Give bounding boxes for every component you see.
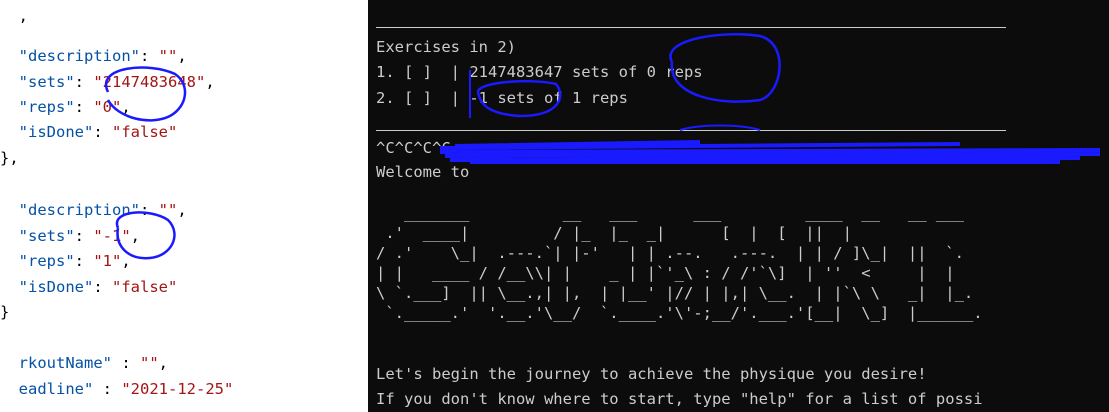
json-line: "description": "", — [18, 201, 187, 219]
json-line: "sets": "-1", — [18, 227, 141, 245]
terminal-divider — [376, 27, 1006, 28]
json-key: "sets" — [18, 73, 75, 91]
exercises-header: Exercises in 2) — [376, 38, 516, 56]
json-line: "description": "", — [18, 47, 187, 65]
json-value: "false" — [112, 278, 178, 296]
json-value: "" — [158, 201, 178, 219]
exercise-row-2: 2. [ ] | -1 sets of 1 reps — [376, 89, 628, 107]
json-value: "0" — [93, 98, 122, 116]
json-key: "isDone" — [18, 123, 94, 141]
json-line: "reps": "1", — [18, 252, 131, 270]
json-key: "description" — [18, 47, 140, 65]
json-value: "false" — [112, 123, 178, 141]
json-value: "1" — [93, 252, 122, 270]
json-value: "-1" — [93, 227, 131, 245]
json-line: } — [0, 303, 10, 321]
json-key: "description" — [18, 201, 140, 219]
terminal-pane: Exercises in 2) 1. [ ] | 2147483647 sets… — [368, 0, 1109, 412]
json-line: , — [0, 7, 28, 25]
ctrl-c-line: ^C^C^C^C — [376, 139, 451, 157]
json-key: "sets" — [18, 227, 75, 245]
json-value: "2147483648" — [93, 73, 206, 91]
json-key: eadline" — [18, 380, 94, 398]
json-key: rkoutName" — [18, 354, 112, 372]
json-value: "2021-12-25" — [121, 380, 234, 398]
json-line: "reps": "0", — [18, 98, 131, 116]
json-key: "reps" — [18, 98, 75, 116]
help-hint-line: If you don't know where to start, type "… — [376, 390, 983, 408]
json-line: "sets": "2147483648", — [18, 73, 215, 91]
json-line: "isDone": "false" — [18, 123, 178, 141]
json-value: "" — [140, 354, 159, 372]
intro-line: Let's begin the journey to achieve the p… — [376, 365, 927, 383]
exercise-row-1: 1. [ ] | 2147483647 sets of 0 reps — [376, 63, 703, 81]
json-line: eadline" : "2021-12-25" — [18, 380, 234, 398]
terminal-divider — [376, 130, 1006, 131]
json-line: }, — [0, 149, 19, 167]
json-key: "isDone" — [18, 278, 94, 296]
json-line: "isDone": "false" — [18, 278, 178, 296]
json-value: "" — [158, 47, 178, 65]
json-editor-pane: , "description": "", "sets": "2147483648… — [0, 0, 368, 412]
ascii-banner: _______ __ ___ ___ ____ __ __ ___ .' ___… — [376, 204, 983, 322]
welcome-text: Welcome to — [376, 163, 470, 181]
json-line: rkoutName" : "", — [18, 354, 169, 372]
json-key: "reps" — [18, 252, 75, 270]
